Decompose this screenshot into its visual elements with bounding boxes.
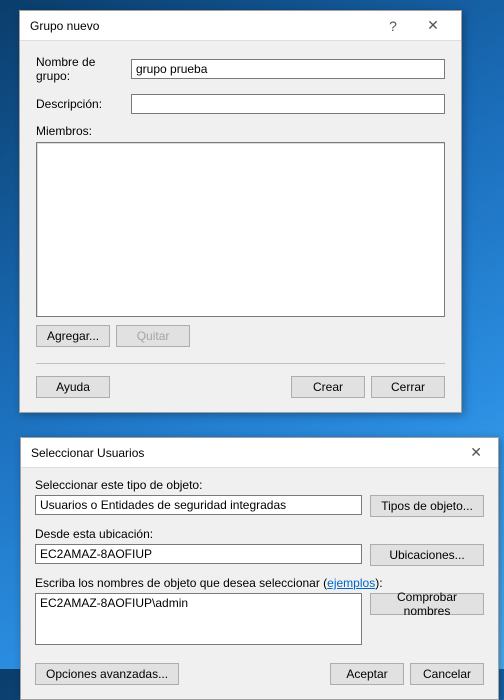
close-button[interactable]: Cerrar — [371, 376, 445, 398]
ok-button[interactable]: Aceptar — [330, 663, 404, 685]
location-field: EC2AMAZ-8AOFIUP — [35, 544, 362, 564]
locations-button[interactable]: Ubicaciones... — [370, 544, 484, 566]
new-group-dialog: Grupo nuevo ? ✕ Nombre de grupo: Descrip… — [19, 10, 462, 413]
description-input[interactable] — [131, 94, 445, 114]
object-types-button[interactable]: Tipos de objeto... — [370, 495, 484, 517]
create-button[interactable]: Crear — [291, 376, 365, 398]
window-title: Seleccionar Usuarios — [31, 446, 462, 460]
add-button[interactable]: Agregar... — [36, 325, 110, 347]
examples-link[interactable]: ejemplos — [327, 576, 375, 590]
divider — [36, 363, 445, 364]
titlebar: Grupo nuevo ? ✕ — [20, 11, 461, 41]
location-label: Desde esta ubicación: — [35, 527, 484, 541]
group-name-label: Nombre de grupo: — [36, 55, 131, 84]
cancel-button[interactable]: Cancelar — [410, 663, 484, 685]
object-names-label: Escriba los nombres de objeto que desea … — [35, 576, 484, 590]
members-label: Miembros: — [36, 124, 445, 138]
close-icon[interactable]: ✕ — [413, 11, 453, 41]
description-label: Descripción: — [36, 97, 131, 111]
titlebar: Seleccionar Usuarios ✕ — [21, 438, 498, 468]
dialog-body: Nombre de grupo: Descripción: Miembros: … — [20, 41, 461, 412]
remove-button: Quitar — [116, 325, 190, 347]
object-names-input[interactable] — [35, 593, 362, 645]
object-type-label: Seleccionar este tipo de objeto: — [35, 478, 484, 492]
select-users-dialog: Seleccionar Usuarios ✕ Seleccionar este … — [20, 437, 499, 700]
advanced-button[interactable]: Opciones avanzadas... — [35, 663, 179, 685]
check-names-button[interactable]: Comprobar nombres — [370, 593, 484, 615]
object-type-field: Usuarios o Entidades de seguridad integr… — [35, 495, 362, 515]
members-listbox[interactable] — [36, 142, 445, 317]
dialog-body: Seleccionar este tipo de objeto: Usuario… — [21, 468, 498, 699]
help-icon[interactable]: ? — [373, 11, 413, 41]
help-button[interactable]: Ayuda — [36, 376, 110, 398]
group-name-input[interactable] — [131, 59, 445, 79]
close-icon[interactable]: ✕ — [462, 440, 490, 465]
window-title: Grupo nuevo — [30, 19, 373, 33]
